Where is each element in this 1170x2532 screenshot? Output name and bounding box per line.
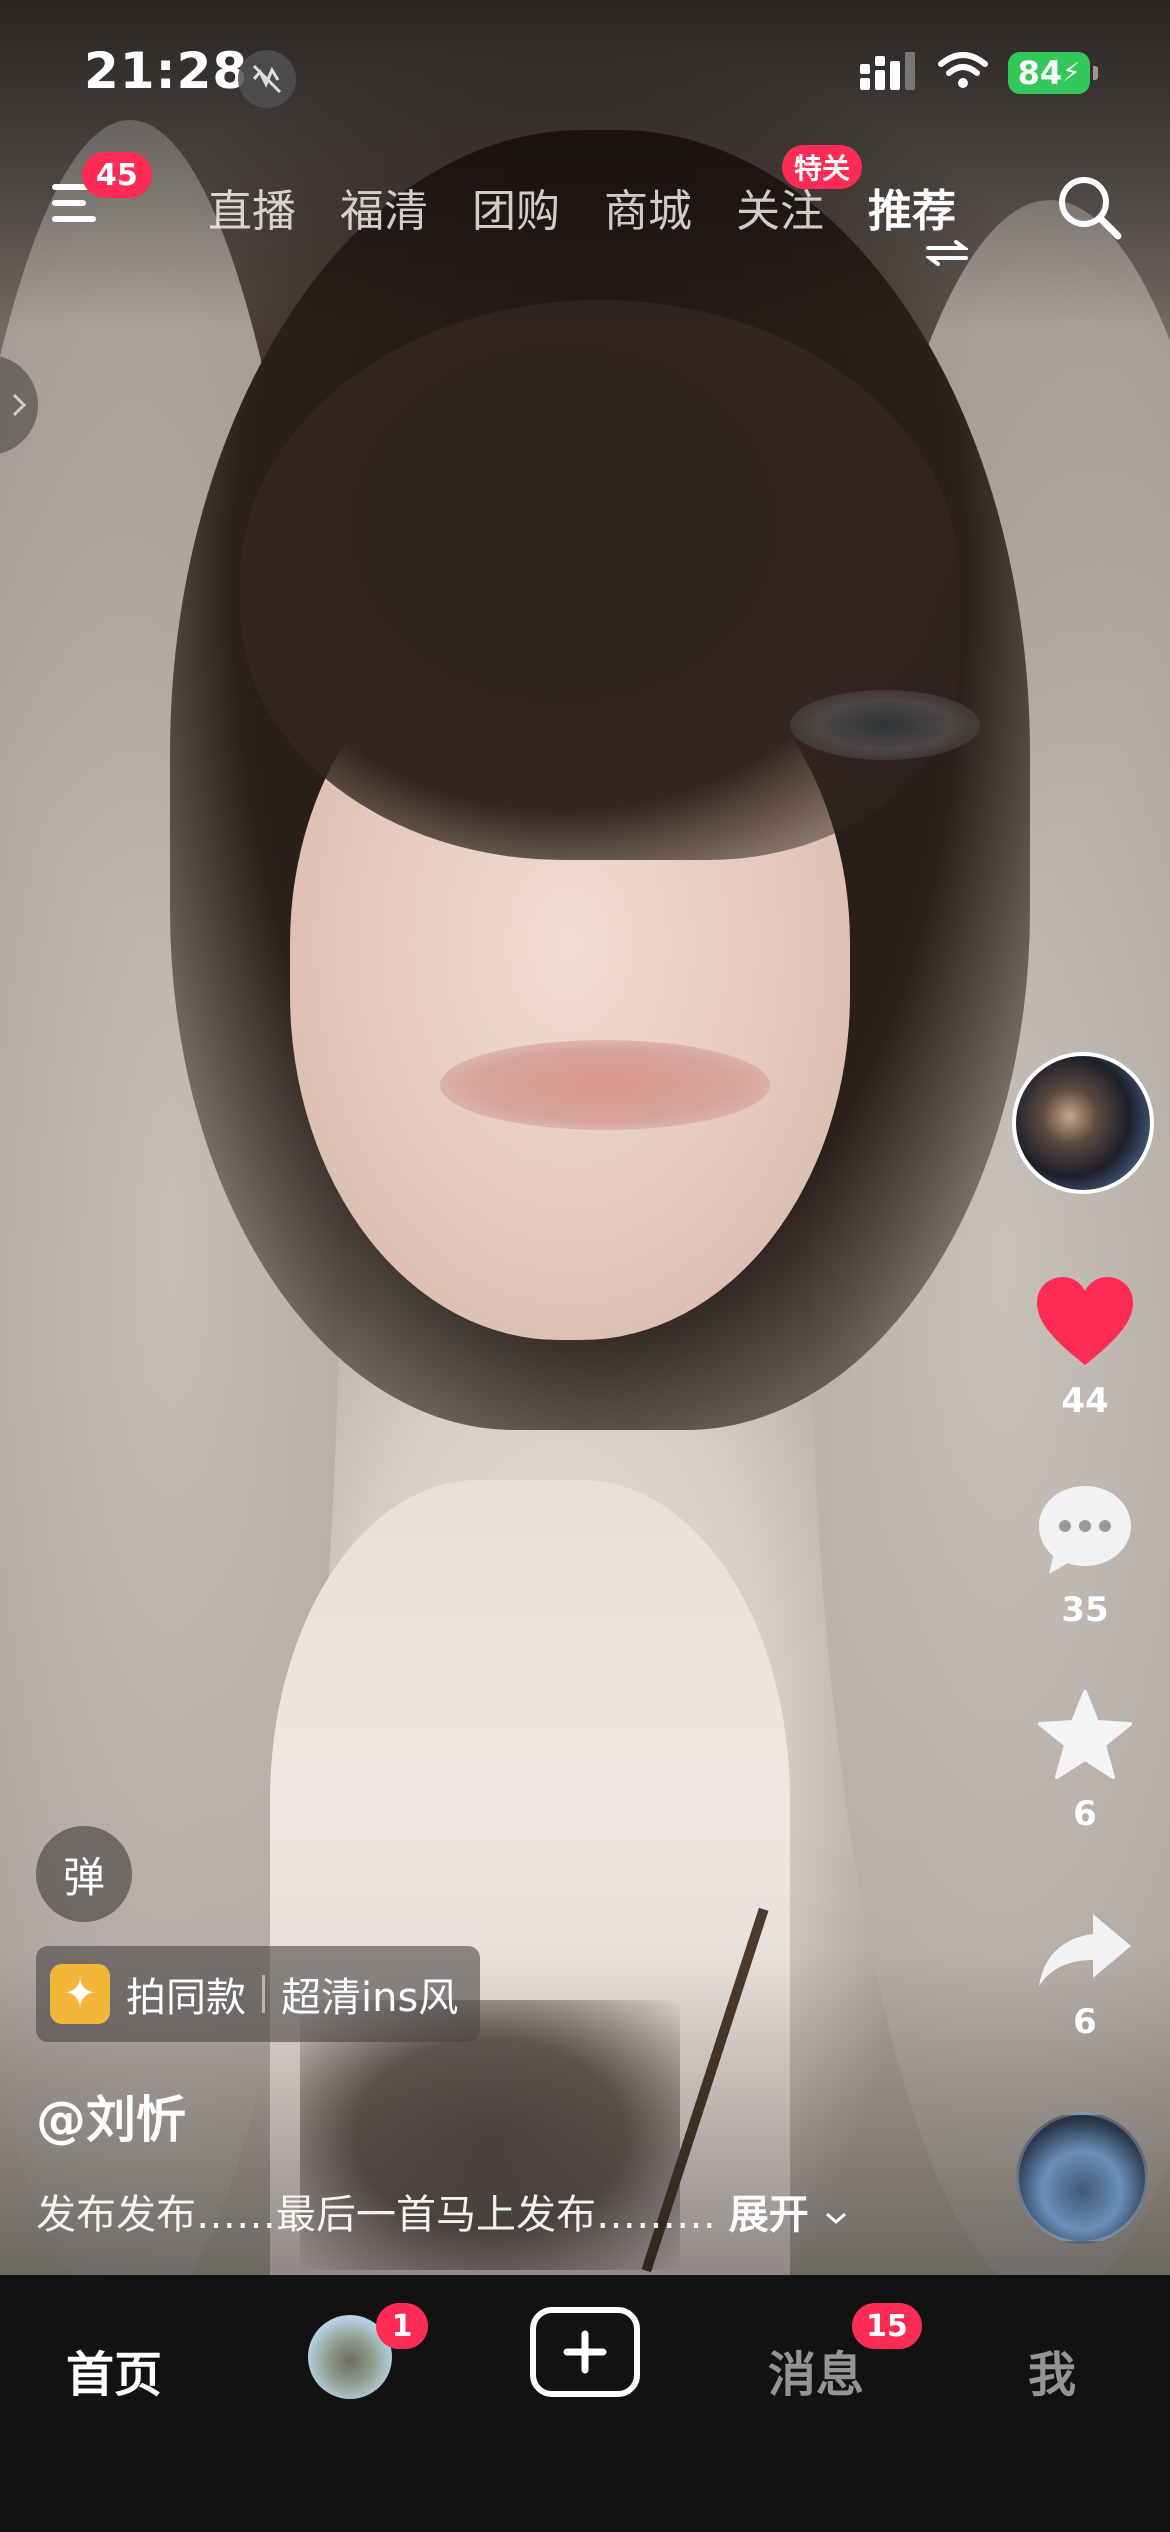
video-description: 发布发布……最后一首马上发布……… 展开 (36, 2182, 849, 2240)
description-text: 发布发布……最后一首马上发布……… (36, 2192, 716, 2238)
sparkle-icon: ✦ (50, 1964, 110, 2024)
filter-name: 超清ins风 (281, 1975, 459, 2021)
menu-icon-line (52, 200, 86, 206)
messages-badge: 15 (852, 2303, 922, 2349)
switch-arrows-icon[interactable] (924, 240, 970, 270)
comment-icon (1039, 1486, 1131, 1574)
dnd-icon (238, 50, 296, 108)
expand-label: 展开 (728, 2192, 809, 2238)
tab-live[interactable]: 直播 (208, 175, 296, 239)
favorite-button[interactable]: 6 (1020, 1688, 1150, 1834)
author-name[interactable]: @刘忻 (36, 2080, 186, 2152)
video-frame-detail (240, 300, 960, 860)
danmu-toggle[interactable]: 弹 (36, 1826, 132, 1922)
menu-badge: 45 (82, 152, 152, 198)
share-icon (1039, 1914, 1131, 1986)
tab-messages[interactable]: 消息 (768, 2335, 864, 2405)
battery-icon: 84 ⚡ (1008, 52, 1098, 94)
tab-following[interactable]: 关注 特关 (736, 145, 863, 239)
tab-group-buy[interactable]: 团购 (472, 175, 560, 239)
shoot-same-label: 拍同款 (126, 1975, 246, 2021)
tab-recommended[interactable]: 推荐 (868, 175, 956, 239)
tab-mall[interactable]: 商城 (604, 175, 692, 239)
favorite-count: 6 (1073, 1794, 1097, 1834)
music-disc[interactable] (1016, 2112, 1148, 2244)
status-time: 21:28 (84, 42, 249, 100)
star-icon (1038, 1690, 1132, 1779)
following-badge: 特关 (782, 145, 863, 189)
friends-badge: 1 (376, 2303, 428, 2349)
tab-following-label: 关注 (736, 186, 824, 237)
signal-icon (860, 52, 918, 94)
plus-icon (563, 2330, 607, 2374)
share-button[interactable]: 6 (1020, 1910, 1150, 2042)
status-right-group: 84 ⚡ (860, 52, 1098, 94)
battery-level: 84 (1017, 54, 1063, 92)
comment-count: 35 (1061, 1590, 1109, 1630)
like-count: 44 (1061, 1381, 1109, 1421)
menu-icon-line (52, 216, 96, 222)
chip-divider (262, 1975, 265, 2013)
like-button[interactable]: 44 (1020, 1275, 1150, 1421)
tab-me[interactable]: 我 (1028, 2335, 1076, 2405)
creator-avatar[interactable] (1012, 1052, 1154, 1194)
create-button[interactable] (530, 2307, 640, 2397)
video-player[interactable] (0, 0, 1170, 2275)
chevron-right-icon (12, 393, 27, 417)
bottom-tab-bar: 首页 1 消息 15 我 (0, 2275, 1170, 2532)
share-count: 6 (1073, 2002, 1097, 2042)
tab-local[interactable]: 福清 (340, 175, 428, 239)
top-tabs: 直播 福清 团购 商城 关注 特关 推荐 (208, 145, 956, 239)
danmu-label: 弹 (62, 1852, 105, 1902)
wifi-icon (938, 52, 988, 94)
comment-button[interactable]: 35 (1020, 1482, 1150, 1630)
tab-home[interactable]: 首页 (66, 2335, 162, 2405)
video-frame-detail (790, 690, 980, 760)
chevron-down-icon (825, 2212, 846, 2225)
video-frame-detail (440, 1040, 770, 1130)
template-chip[interactable]: ✦ 拍同款 超清ins风 (36, 1946, 481, 2042)
expand-link[interactable]: 展开 (729, 2192, 849, 2238)
heart-icon (1037, 1277, 1133, 1365)
search-icon[interactable] (1054, 172, 1124, 242)
